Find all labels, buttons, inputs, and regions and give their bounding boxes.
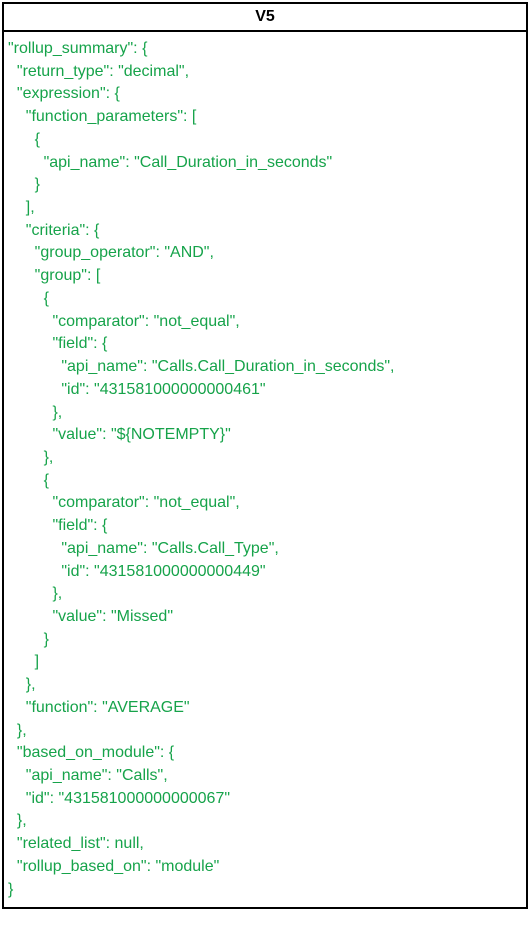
json-code-block: "rollup_summary": { "return_type": "deci… xyxy=(4,32,526,907)
panel-header: V5 xyxy=(4,4,526,32)
header-title: V5 xyxy=(255,8,275,25)
code-panel: V5 "rollup_summary": { "return_type": "d… xyxy=(2,2,528,909)
